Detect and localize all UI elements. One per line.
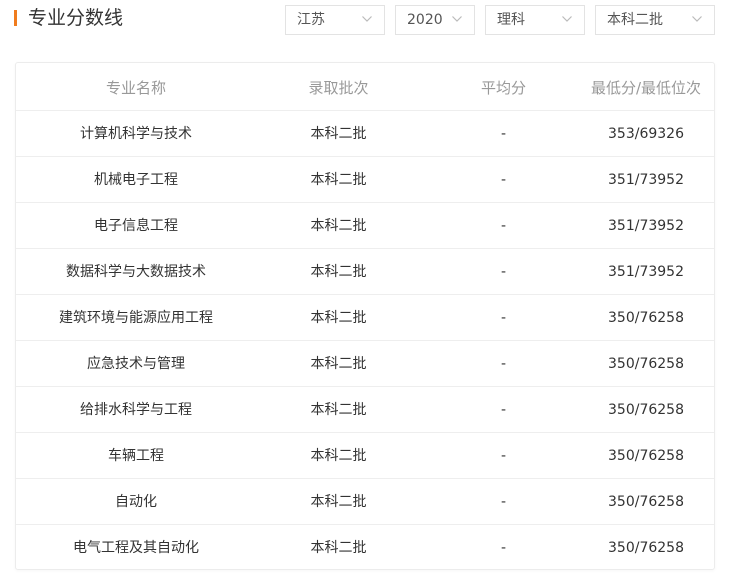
subject-select[interactable]: 理科	[485, 5, 585, 35]
min-score-rank: 351/73952	[608, 264, 684, 280]
admission-batch: 本科二批	[310, 126, 367, 142]
table-row: 车辆工程 本科二批 - 350/76258	[16, 433, 714, 479]
year-select-value: 2020	[407, 12, 443, 28]
average-score: -	[500, 494, 507, 510]
average-score: -	[500, 448, 507, 464]
admission-batch: 本科二批	[310, 356, 367, 372]
min-score-rank: 350/76258	[608, 448, 684, 464]
table-row: 建筑环境与能源应用工程 本科二批 - 350/76258	[16, 295, 714, 341]
min-score-rank: 350/76258	[608, 402, 684, 418]
table-row: 数据科学与大数据技术 本科二批 - 351/73952	[16, 249, 714, 295]
major-name: 机械电子工程	[94, 172, 178, 188]
table-row: 电气工程及其自动化 本科二批 - 350/76258	[16, 525, 714, 569]
major-name: 应急技术与管理	[87, 356, 185, 372]
average-score: -	[500, 310, 507, 326]
score-table: 专业名称 录取批次 平均分 最低分/最低位次 计算机科学与技术 本科二批 - 3…	[15, 62, 715, 570]
major-name: 自动化	[115, 494, 157, 510]
score-line-page: 专业分数线 江苏 2020 理科 本科二批 专业名称 录取批次 平均分 最低分/…	[0, 0, 729, 579]
min-score-rank: 350/76258	[608, 356, 684, 372]
admission-batch: 本科二批	[310, 264, 367, 280]
admission-batch: 本科二批	[310, 494, 367, 510]
major-name: 数据科学与大数据技术	[66, 264, 206, 280]
year-select[interactable]: 2020	[395, 5, 475, 35]
column-header-average: 平均分	[480, 79, 526, 97]
average-score: -	[500, 172, 507, 188]
header: 专业分数线 江苏 2020 理科 本科二批	[0, 0, 729, 40]
page-title: 专业分数线	[28, 7, 124, 29]
major-name: 车辆工程	[108, 448, 164, 464]
batch-select[interactable]: 本科二批	[595, 5, 715, 35]
average-score: -	[500, 540, 507, 556]
admission-batch: 本科二批	[310, 448, 367, 464]
table-row: 给排水科学与工程 本科二批 - 350/76258	[16, 387, 714, 433]
admission-batch: 本科二批	[310, 172, 367, 188]
province-select[interactable]: 江苏	[285, 5, 385, 35]
average-score: -	[500, 218, 507, 234]
min-score-rank: 351/73952	[608, 172, 684, 188]
admission-batch: 本科二批	[310, 218, 367, 234]
table-row: 电子信息工程 本科二批 - 351/73952	[16, 203, 714, 249]
admission-batch: 本科二批	[310, 540, 367, 556]
chevron-down-icon	[562, 16, 572, 22]
major-name: 给排水科学与工程	[80, 402, 192, 418]
subject-select-value: 理科	[497, 12, 525, 28]
min-score-rank: 350/76258	[608, 494, 684, 510]
average-score: -	[500, 402, 507, 418]
table-row: 机械电子工程 本科二批 - 351/73952	[16, 157, 714, 203]
table-row: 应急技术与管理 本科二批 - 350/76258	[16, 341, 714, 387]
average-score: -	[500, 126, 507, 142]
major-name: 电子信息工程	[94, 218, 178, 234]
min-score-rank: 350/76258	[608, 310, 684, 326]
chevron-down-icon	[452, 16, 462, 22]
column-header-min-score-rank: 最低分/最低位次	[590, 79, 702, 97]
major-name: 计算机科学与技术	[80, 126, 192, 142]
chevron-down-icon	[692, 16, 702, 22]
province-select-value: 江苏	[297, 12, 325, 28]
table-row: 计算机科学与技术 本科二批 - 353/69326	[16, 111, 714, 157]
min-score-rank: 351/73952	[608, 218, 684, 234]
admission-batch: 本科二批	[310, 310, 367, 326]
column-header-major: 专业名称	[105, 79, 166, 97]
chevron-down-icon	[362, 16, 372, 22]
column-header-batch: 录取批次	[308, 79, 369, 97]
average-score: -	[500, 356, 507, 372]
title-accent-bar	[14, 10, 17, 26]
major-name: 电气工程及其自动化	[73, 540, 199, 556]
major-name: 建筑环境与能源应用工程	[59, 310, 213, 326]
min-score-rank: 353/69326	[608, 126, 684, 142]
batch-select-value: 本科二批	[607, 12, 663, 28]
min-score-rank: 350/76258	[608, 540, 684, 556]
average-score: -	[500, 264, 507, 280]
admission-batch: 本科二批	[310, 402, 367, 418]
table-row: 自动化 本科二批 - 350/76258	[16, 479, 714, 525]
table-header-row: 专业名称 录取批次 平均分 最低分/最低位次	[16, 63, 714, 111]
